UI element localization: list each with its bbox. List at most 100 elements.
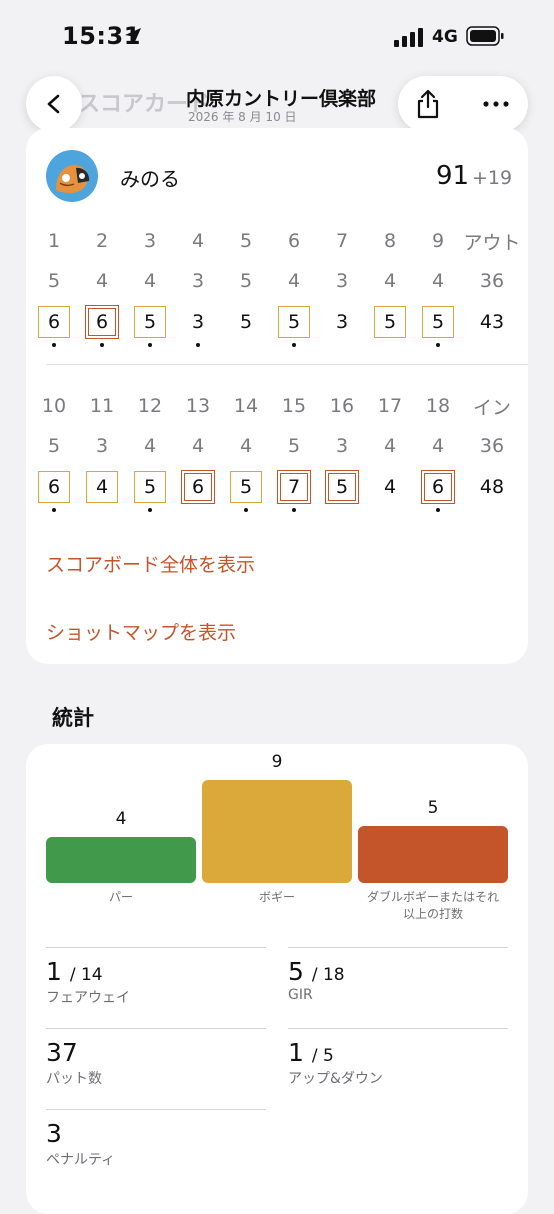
back-button[interactable] xyxy=(26,76,82,132)
hole-par: 4 xyxy=(191,435,205,457)
hole-score: 6 xyxy=(34,471,74,503)
hole-par: 3 xyxy=(335,270,349,292)
hole-score: 3 xyxy=(178,307,218,337)
putt-marker-dot xyxy=(436,343,440,347)
hole-score: 5 xyxy=(226,307,266,337)
score-value: 5 xyxy=(143,476,157,498)
more-dots-icon xyxy=(483,101,509,107)
hole-par: 4 xyxy=(143,435,157,457)
bar-category-label: パー xyxy=(46,889,196,906)
hole-score: 5 xyxy=(322,470,362,504)
putt-marker-dot xyxy=(196,343,200,347)
penalty-label: ペナルティ xyxy=(46,1152,116,1168)
hole-number: 14 xyxy=(233,395,259,417)
hole-par: 5 xyxy=(47,435,61,457)
score-value: 6 xyxy=(191,476,205,498)
location-arrow-icon xyxy=(125,28,141,44)
hole-score: 5 xyxy=(130,306,170,338)
hole-score: 6 xyxy=(418,470,458,504)
divider xyxy=(46,1028,266,1029)
gir-label: GIR xyxy=(288,987,313,1003)
double-bogey-marker: 6 xyxy=(85,305,119,339)
par-row: 5 3 4 4 4 5 3 4 4 36 xyxy=(26,431,528,461)
more-button[interactable] xyxy=(476,84,516,124)
hole-number: 1 xyxy=(47,230,61,252)
double-bogey-marker: 5 xyxy=(325,470,359,504)
divider xyxy=(46,364,528,365)
chevron-left-icon xyxy=(47,94,60,114)
share-button[interactable] xyxy=(408,84,448,124)
score-value: 5 xyxy=(335,476,349,498)
double-bogey-marker: 7 xyxy=(277,470,311,504)
hole-par: 4 xyxy=(95,270,109,292)
hole-number: 4 xyxy=(191,230,205,252)
gir-value: 5 / 18 xyxy=(288,957,345,986)
hole-par: 4 xyxy=(239,435,253,457)
score-row: 6 6 5 3 5 5 3 5 5 43 xyxy=(26,305,528,347)
hole-score: 5 xyxy=(370,306,410,338)
bar-category-line: パー xyxy=(108,890,133,904)
putt-marker-dot xyxy=(52,508,56,512)
hole-par: 3 xyxy=(335,435,349,457)
hole-par: 4 xyxy=(287,270,301,292)
bogey-marker: 5 xyxy=(134,471,166,503)
cellular-signal-icon xyxy=(394,28,423,47)
putt-marker-dot xyxy=(52,343,56,347)
bogey-marker: 5 xyxy=(230,471,262,503)
score-value: 6 xyxy=(431,476,445,498)
hole-par: 4 xyxy=(383,435,397,457)
hole-score: 6 xyxy=(34,306,74,338)
score-value: 6 xyxy=(47,476,61,498)
par-total: 36 xyxy=(479,270,505,292)
hole-score: 3 xyxy=(322,307,362,337)
bogey-marker: 5 xyxy=(374,306,406,338)
up-down-value: 1 / 5 xyxy=(288,1038,334,1067)
network-type: 4G xyxy=(432,27,458,47)
bogey-marker: 6 xyxy=(38,471,70,503)
hole-number: 15 xyxy=(281,395,307,417)
hole-score: 6 xyxy=(82,305,122,339)
double-bogey-marker: 6 xyxy=(421,470,455,504)
score-row: 6 4 5 6 5 7 5 4 6 48 xyxy=(26,470,528,512)
hole-number: 11 xyxy=(89,395,115,417)
nine-total-label: アウト xyxy=(463,231,521,254)
bogey-marker: 6 xyxy=(38,306,70,338)
putt-marker-dot xyxy=(100,343,104,347)
hole-number: 13 xyxy=(185,395,211,417)
hole-score: 5 xyxy=(226,471,266,503)
score-value: 4 xyxy=(383,476,397,498)
bogey-marker: 4 xyxy=(86,471,118,503)
score-total: 48 xyxy=(479,476,505,498)
hole-score: 5 xyxy=(274,306,314,338)
nav-actions xyxy=(398,76,528,132)
total-score: 91 xyxy=(436,161,470,191)
score-value: 5 xyxy=(287,311,301,333)
battery-icon xyxy=(466,26,504,46)
score-value: 5 xyxy=(239,311,253,333)
stats-card: 4 パー 9 ボギー 5 ダブルボギーまたはそれ 以上の打数 1 / 14 フェアウェイ 5… xyxy=(26,744,528,1214)
divider xyxy=(288,947,508,948)
putt-marker-dot xyxy=(292,508,296,512)
hole-score: 5 xyxy=(418,306,458,338)
score-value: 5 xyxy=(239,476,253,498)
score-value: 5 xyxy=(431,311,445,333)
scorecard-card: みのる 91 +19 1 2 3 4 5 6 7 8 9 アウト 5 4 4 3 5 4 3 4 4 36 6 6 5 3 5 5… xyxy=(26,128,528,664)
hole-number: 17 xyxy=(377,395,403,417)
bar-value-label: 5 xyxy=(427,798,439,818)
avatar-image-icon xyxy=(56,165,90,193)
hole-par: 4 xyxy=(383,270,397,292)
hole-par: 4 xyxy=(143,270,157,292)
score-value: 6 xyxy=(47,311,61,333)
score-value: 6 xyxy=(95,311,109,333)
hole-par: 5 xyxy=(239,270,253,292)
hole-score: 4 xyxy=(82,471,122,503)
hole-score: 6 xyxy=(178,470,218,504)
hole-number: 2 xyxy=(95,230,109,252)
bar-value-label: 9 xyxy=(271,752,283,772)
bar-category-label: ボギー xyxy=(202,889,352,906)
bar-category-line: ダブルボギーまたはそれ xyxy=(366,890,499,904)
show-shotmap-link[interactable]: ショットマップを表示 xyxy=(46,618,236,645)
show-scoreboard-link[interactable]: スコアボード全体を表示 xyxy=(46,550,255,577)
score-total: 43 xyxy=(479,311,505,333)
bar-category-line: 以上の打数 xyxy=(402,907,463,921)
